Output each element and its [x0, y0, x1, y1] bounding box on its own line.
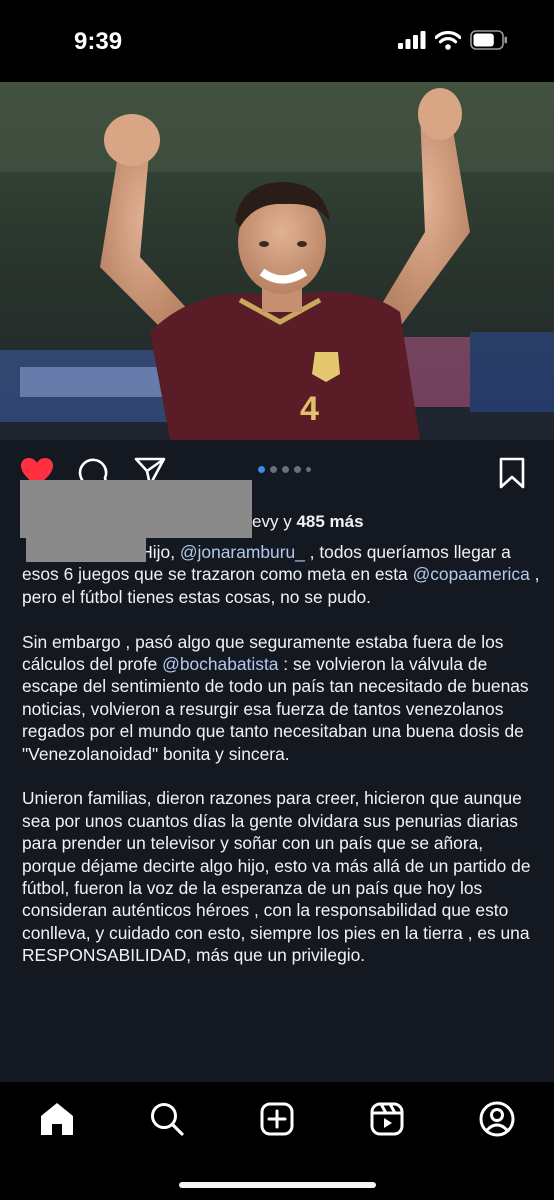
likes-count[interactable]: 485 más — [296, 512, 363, 531]
post-caption: ru Hijo, @jonaramburu_ , todos queríamos… — [22, 541, 540, 989]
wifi-icon — [435, 30, 461, 50]
carousel-dot — [282, 466, 289, 473]
carousel-dot — [306, 467, 311, 472]
battery-icon — [470, 30, 507, 50]
mention-link[interactable]: @copaamerica — [413, 564, 530, 584]
cellular-signal-icon — [398, 31, 426, 49]
redaction-block — [20, 480, 252, 538]
post-image[interactable]: 4 — [0, 82, 554, 440]
redaction-block — [26, 538, 146, 562]
svg-text:4: 4 — [300, 390, 319, 428]
mention-link[interactable]: @bochabatista — [162, 654, 278, 674]
home-icon[interactable] — [38, 1100, 76, 1138]
carousel-dot — [258, 466, 265, 473]
caption-paragraph-2: Sin embargo , pasó algo que seguramente … — [22, 631, 529, 764]
save-bookmark-icon[interactable] — [498, 457, 526, 489]
status-bar: 9:39 — [0, 0, 554, 82]
home-indicator[interactable] — [179, 1182, 376, 1188]
profile-icon[interactable] — [478, 1100, 516, 1138]
create-icon[interactable] — [258, 1100, 296, 1138]
reels-icon[interactable] — [368, 1100, 406, 1138]
caption-paragraph-3: Unieron familias, dieron razones para cr… — [22, 788, 531, 966]
status-icons — [398, 30, 508, 50]
carousel-indicator — [258, 466, 311, 473]
carousel-dot — [294, 466, 301, 473]
search-icon[interactable] — [148, 1100, 186, 1138]
carousel-dot — [270, 466, 277, 473]
status-time: 9:39 — [74, 28, 123, 55]
player-photo: 4 — [0, 82, 554, 440]
mention-link[interactable]: @jonaramburu_ — [180, 542, 305, 562]
liked-by-user[interactable]: evy — [252, 512, 278, 531]
